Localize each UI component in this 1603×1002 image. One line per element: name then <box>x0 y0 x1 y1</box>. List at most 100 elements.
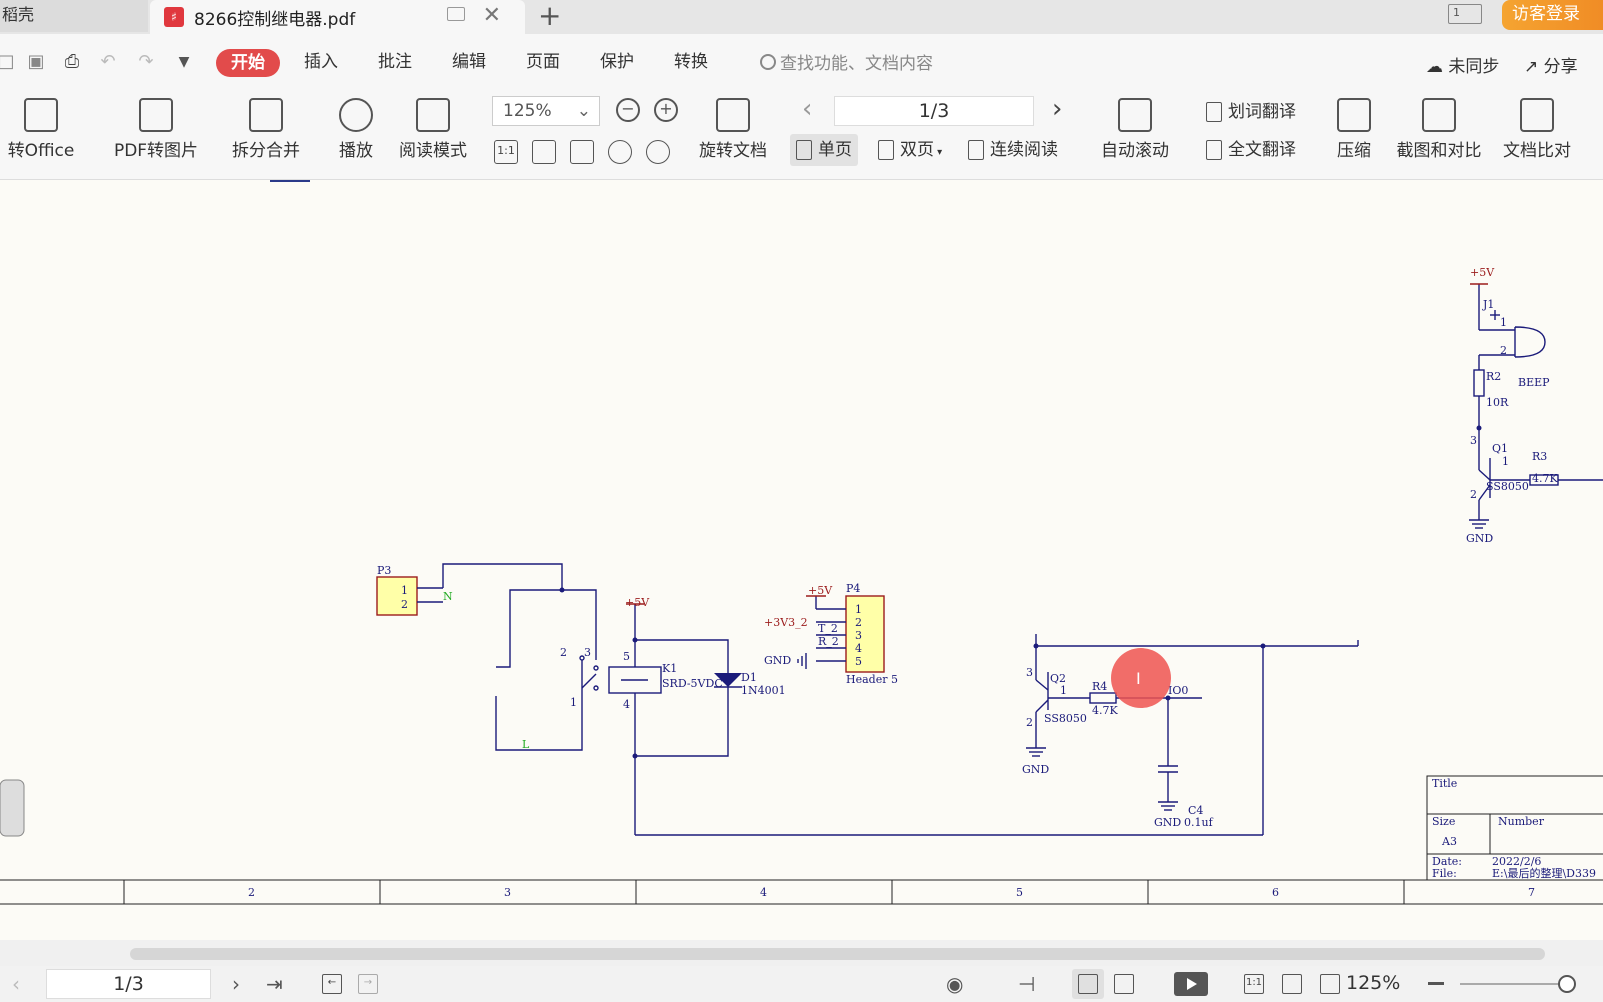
actual-size-icon[interactable]: 1:1 <box>1244 974 1264 994</box>
chevron-down-icon[interactable]: ▼ <box>174 52 194 72</box>
search-input[interactable]: 查找功能、文档内容 <box>760 49 933 74</box>
back-icon[interactable]: ← <box>322 974 342 994</box>
continuous-label: 连续阅读 <box>990 140 1058 160</box>
zoom-slider-knob[interactable] <box>1558 975 1576 993</box>
play-button[interactable]: 播放 <box>332 92 380 161</box>
page-number-input[interactable]: 1/3 <box>834 96 1034 126</box>
menu-annotate[interactable]: 批注 <box>378 49 412 75</box>
title-block-title: Title <box>1432 777 1457 790</box>
q2-gnd-label: GND <box>1022 763 1049 776</box>
close-icon[interactable]: ✕ <box>483 3 501 28</box>
forward-icon[interactable]: → <box>358 974 378 994</box>
full-translate-button[interactable]: 全文翻译 <box>1200 134 1302 166</box>
actual-size-icon[interactable]: 1:1 <box>494 140 518 164</box>
search-placeholder: 查找功能、文档内容 <box>780 54 933 74</box>
zoom-out-icon[interactable] <box>1428 982 1444 985</box>
r2-label: R2 <box>1486 370 1501 383</box>
convert-office-button[interactable]: 转Office <box>0 92 90 161</box>
status-page-input[interactable]: 1/3 <box>46 969 211 999</box>
floating-widget[interactable] <box>0 779 25 837</box>
word-translate-button[interactable]: 划词翻译 <box>1200 96 1302 128</box>
pdf-icon: ♯ <box>164 7 184 27</box>
menu-insert[interactable]: 插入 <box>304 49 338 75</box>
read-mode-button[interactable]: 阅读模式 <box>396 92 470 161</box>
horizontal-scrollbar[interactable] <box>0 940 1603 966</box>
sync-status[interactable]: ☁ 未同步 <box>1426 52 1499 77</box>
header-vcc-label: +5V <box>808 584 833 597</box>
pdf-to-image-button[interactable]: PDF转图片 <box>110 92 202 161</box>
beep-label: BEEP <box>1518 376 1550 389</box>
menu-protect[interactable]: 保护 <box>600 49 634 75</box>
fit-width-page-icon[interactable] <box>1320 974 1340 994</box>
rotate-doc-button[interactable]: 旋转文档 <box>694 92 772 161</box>
play-button[interactable] <box>1174 972 1208 996</box>
window-switch-icon[interactable]: 1 <box>1448 4 1482 24</box>
zoom-out-icon[interactable]: − <box>616 98 640 122</box>
share-button[interactable]: ↗ 分享 <box>1524 52 1578 77</box>
net-n-label: N <box>443 590 453 603</box>
open-icon[interactable]: □ <box>0 52 16 72</box>
tab-home[interactable]: 稻壳 <box>0 0 148 32</box>
menu-edit[interactable]: 编辑 <box>452 49 486 75</box>
q2-emitter-pin: 2 <box>1026 716 1033 729</box>
auto-scroll-button[interactable]: 自动滚动 <box>1090 92 1180 161</box>
pdf-to-image-label: PDF转图片 <box>113 141 199 161</box>
compress-button[interactable]: 压缩 <box>1330 92 1378 161</box>
last-page-icon[interactable]: ⇥ <box>266 972 283 996</box>
double-page-view-icon[interactable] <box>1114 974 1134 994</box>
c4-value: 0.1uf <box>1184 816 1214 829</box>
rotate-left-icon[interactable] <box>608 140 632 164</box>
fit-width-icon[interactable]: ⊣ <box>1018 972 1035 996</box>
header-gnd-label: GND <box>764 654 791 667</box>
single-page-button[interactable]: 单页 <box>790 134 858 166</box>
continuous-read-button[interactable]: 连续阅读 <box>962 134 1064 166</box>
zoom-slider[interactable] <box>1460 983 1570 985</box>
chevron-down-icon: ⌄ <box>576 101 591 121</box>
add-tab-button[interactable]: + <box>538 0 561 32</box>
prev-page-icon[interactable]: ‹ <box>802 94 812 124</box>
word-convert-icon <box>24 98 58 132</box>
cursor-highlight <box>1111 648 1171 708</box>
r3-value: 4.7K <box>1532 472 1558 485</box>
title-block-size: Size <box>1432 815 1455 828</box>
guest-login-button[interactable]: 访客登录 <box>1502 0 1603 30</box>
eye-icon[interactable]: ◉ <box>946 972 963 996</box>
rotate-right-icon[interactable] <box>646 140 670 164</box>
double-page-icon <box>878 140 894 160</box>
next-page-icon[interactable]: › <box>232 972 240 996</box>
header-p4 <box>797 595 885 673</box>
monitor-icon[interactable] <box>447 7 465 21</box>
menu-page[interactable]: 页面 <box>526 49 560 75</box>
print-icon[interactable]: ⎙ <box>62 52 82 72</box>
next-page-icon[interactable]: › <box>1052 94 1062 124</box>
double-page-button[interactable]: 双页 ▾ <box>872 134 948 166</box>
menu-convert[interactable]: 转换 <box>674 49 708 75</box>
full-translate-label: 全文翻译 <box>1228 140 1296 160</box>
tab-document[interactable]: ♯ 8266控制继电器.pdf ✕ <box>150 0 525 34</box>
rotate-doc-label: 旋转文档 <box>699 141 767 161</box>
fit-page-icon[interactable] <box>1282 974 1302 994</box>
tab-document-title: 8266控制继电器.pdf <box>194 9 356 30</box>
status-zoom-value[interactable]: 125% <box>1346 972 1400 994</box>
auto-scroll-icon <box>1118 98 1152 132</box>
double-page-label: 双页 <box>900 140 934 160</box>
split-merge-button[interactable]: 拆分合并 <box>222 92 310 161</box>
split-merge-label: 拆分合并 <box>232 141 300 161</box>
d1-label: D1 <box>741 671 757 684</box>
single-page-view-icon[interactable] <box>1078 974 1098 994</box>
title-block-size-value: A3 <box>1441 835 1457 848</box>
undo-icon[interactable]: ↶ <box>98 52 118 72</box>
zoom-in-icon[interactable]: + <box>654 98 678 122</box>
redo-icon[interactable]: ↷ <box>136 52 156 72</box>
p3-label: P3 <box>377 564 391 577</box>
fit-width-icon[interactable] <box>570 140 594 164</box>
zoom-select[interactable]: 125% ⌄ <box>492 96 600 126</box>
scrollbar-thumb[interactable] <box>130 948 1545 960</box>
doc-compare-button[interactable]: 文档比对 <box>1500 92 1574 161</box>
document-viewport[interactable]: +5V J1 1 2 BEEP R2 10R Q1 1 3 2 SS8050 R… <box>0 180 1603 940</box>
menu-start[interactable]: 开始 <box>216 49 280 77</box>
screenshot-compare-button[interactable]: 截图和对比 <box>1394 92 1484 161</box>
save-icon[interactable]: ▣ <box>26 52 46 72</box>
fit-page-icon[interactable] <box>532 140 556 164</box>
prev-page-icon[interactable]: ‹ <box>12 972 20 996</box>
